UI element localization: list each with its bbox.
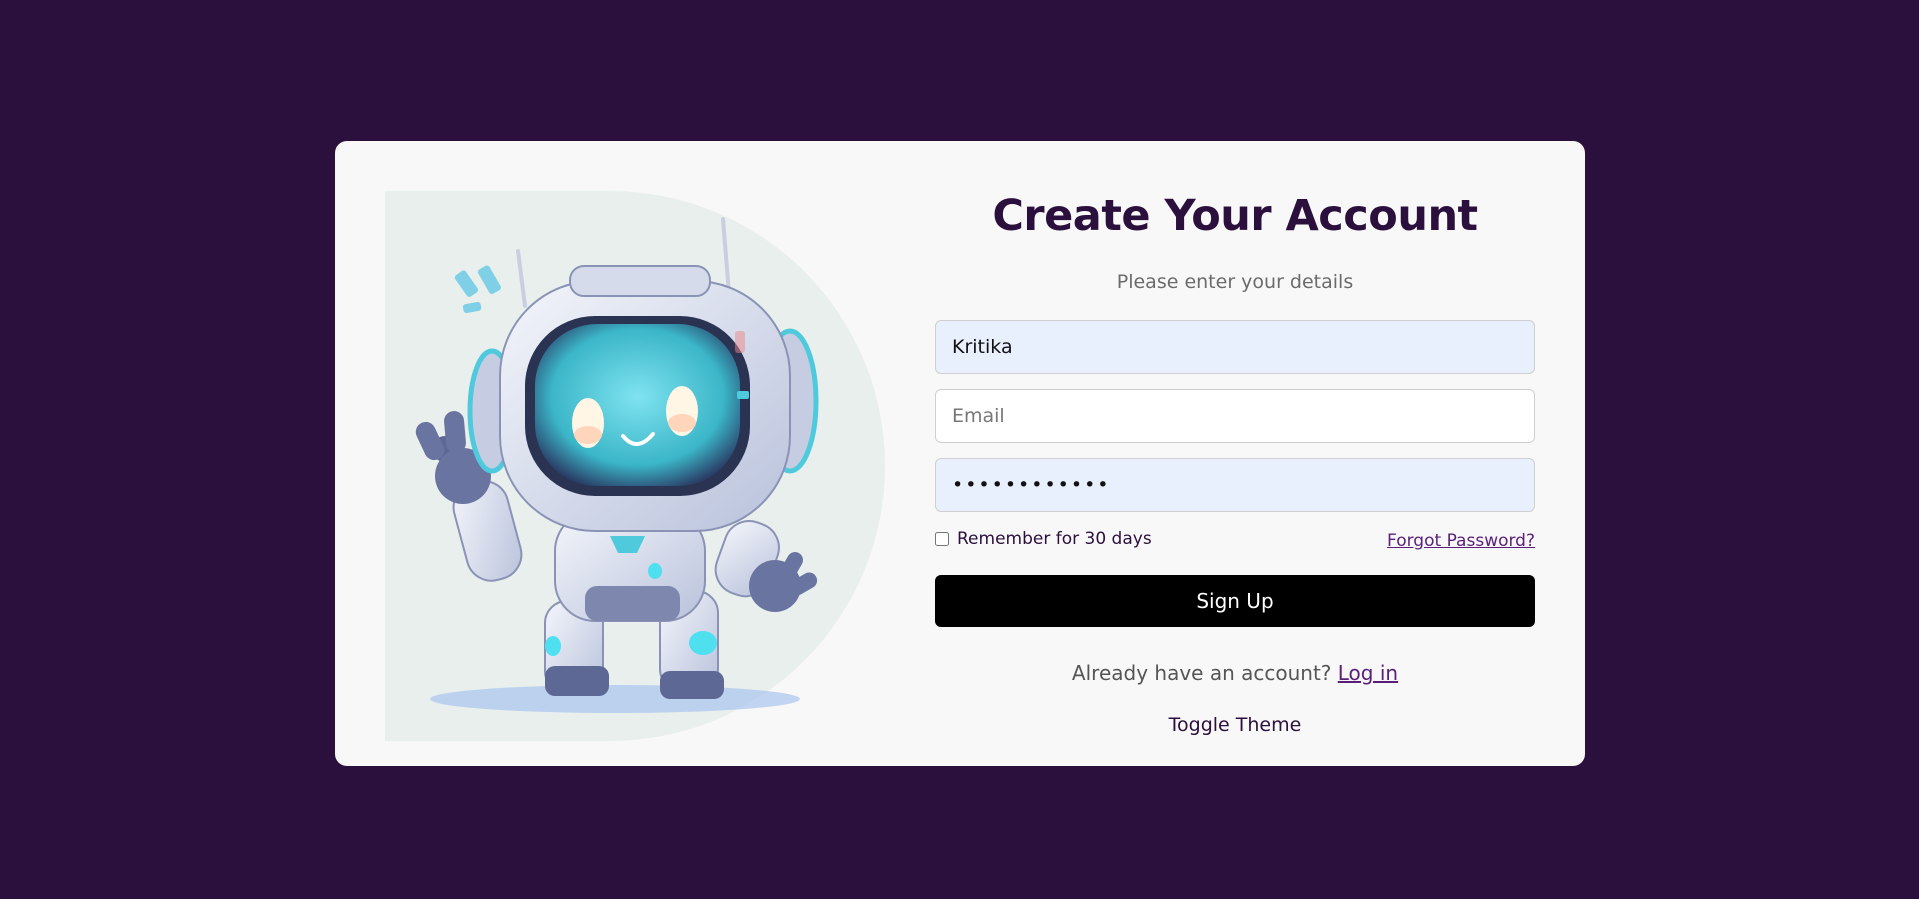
options-row: Remember for 30 days Forgot Password? — [935, 529, 1535, 555]
remember-option[interactable]: Remember for 30 days — [935, 529, 1152, 549]
remember-label: Remember for 30 days — [957, 529, 1152, 549]
robot-mascot-icon — [385, 191, 885, 741]
page-title: Create Your Account — [992, 191, 1478, 241]
name-field[interactable] — [935, 320, 1535, 374]
forgot-password-link[interactable]: Forgot Password? — [1387, 531, 1535, 551]
toggle-theme-button[interactable]: Toggle Theme — [935, 713, 1535, 737]
email-field[interactable] — [935, 389, 1535, 443]
page-subtitle: Please enter your details — [1116, 271, 1354, 293]
password-field[interactable] — [935, 458, 1535, 512]
remember-checkbox[interactable] — [935, 532, 949, 546]
signup-button[interactable]: Sign Up — [935, 575, 1535, 627]
signup-card: Create Your Account Please enter your de… — [335, 141, 1585, 766]
login-link[interactable]: Log in — [1338, 661, 1398, 685]
login-prompt-text: Already have an account? — [1071, 661, 1338, 685]
login-prompt: Already have an account? Log in — [935, 661, 1535, 685]
signup-form: Create Your Account Please enter your de… — [935, 141, 1535, 766]
